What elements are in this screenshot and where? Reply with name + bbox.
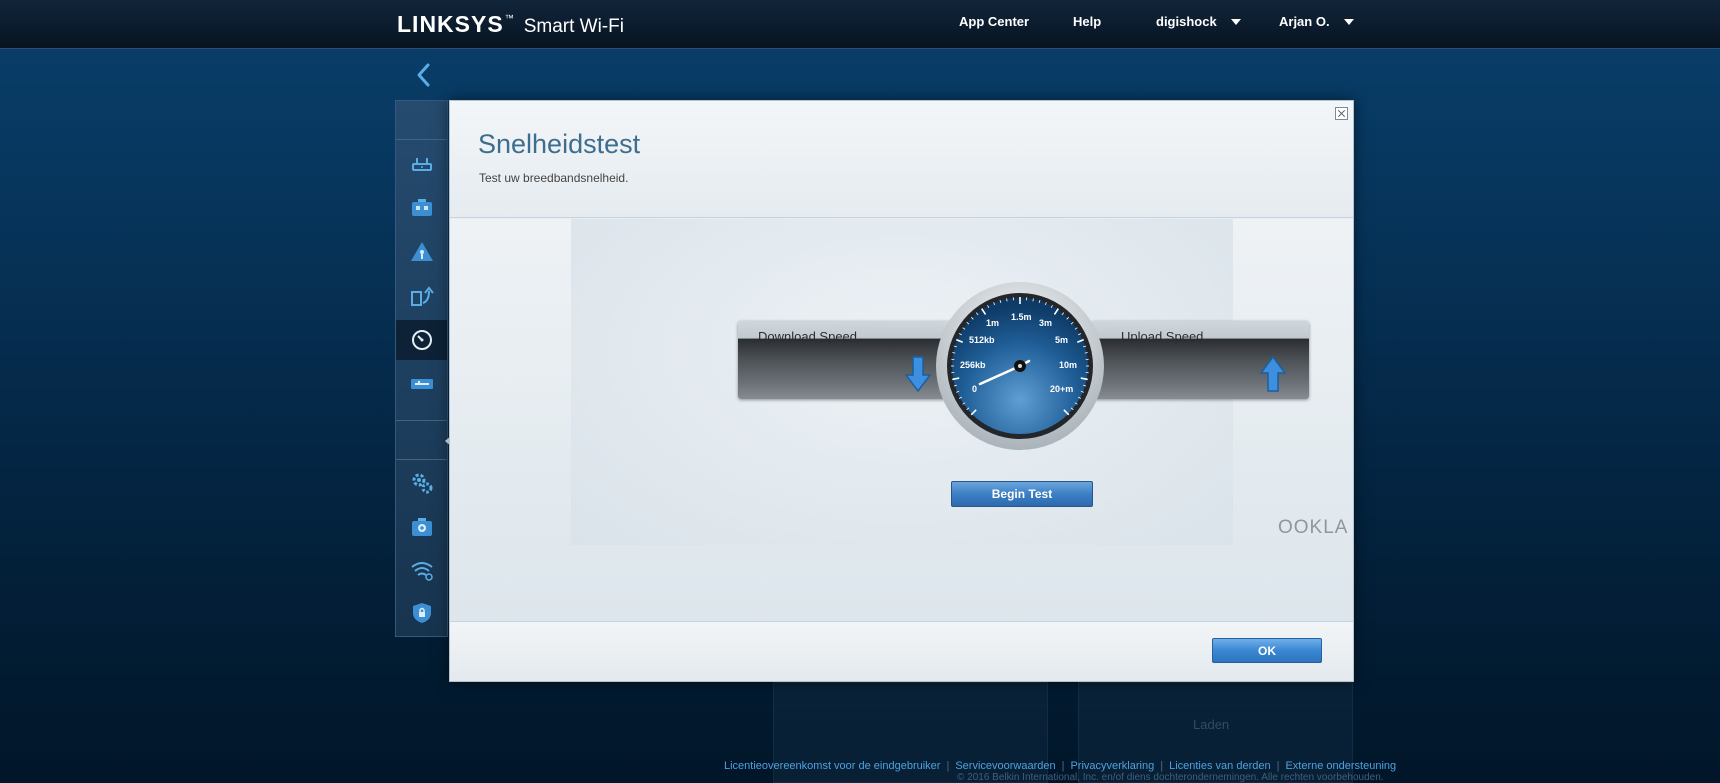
wireless-settings-icon	[410, 562, 433, 581]
nav-user-menu[interactable]: Arjan O.	[1279, 14, 1354, 29]
arrow-down-icon	[905, 356, 931, 393]
dialog-header: Snelheidstest Test uw breedbandsnelheid.	[450, 101, 1353, 218]
sidebar	[395, 100, 453, 637]
troubleshooting-icon	[411, 518, 432, 536]
ok-button[interactable]: OK	[1212, 638, 1322, 663]
top-bar: LINKSYS ™ Smart Wi-Fi App Center Help di…	[0, 0, 1720, 49]
media-prioritization-icon	[410, 286, 434, 306]
nav-app-center-label: App Center	[959, 14, 1030, 29]
sidebar-item-troubleshooting[interactable]	[396, 507, 447, 547]
nav-router-menu[interactable]: digishock	[1156, 14, 1241, 29]
sidebar-item-speed-test[interactable]	[396, 320, 447, 360]
gauge-label-256kb: 256kb	[960, 360, 986, 370]
close-icon[interactable]	[1335, 107, 1348, 120]
back-button[interactable]	[413, 61, 435, 89]
nav-help-label: Help	[1073, 14, 1102, 29]
brand-product: Smart Wi-Fi	[523, 16, 624, 37]
nav-app-center[interactable]: App Center	[959, 14, 1029, 29]
upload-speed-label: Upload Speed	[1121, 329, 1204, 344]
gauge-label-20m: 20+m	[1050, 384, 1073, 394]
sidebar-item-wireless[interactable]	[396, 550, 447, 590]
brand-logo[interactable]: LINKSYS ™ Smart Wi-Fi	[397, 11, 624, 41]
devices-icon	[411, 199, 432, 216]
chevron-down-icon	[1230, 18, 1241, 25]
dialog-footer: OK	[450, 621, 1353, 681]
gauge-label-1m: 1m	[986, 318, 999, 328]
ookla-logo: OOKLA	[1278, 517, 1349, 538]
sidebar-item-media-prioritization[interactable]	[396, 276, 447, 316]
brand-name: LINKSYS	[397, 11, 504, 37]
footer-link-support[interactable]: Externe ondersteuning	[1285, 760, 1396, 772]
gauge-label-512kb: 512kb	[969, 335, 995, 345]
router-name: digishock	[1156, 14, 1217, 29]
footer-link-terms[interactable]: Servicevoorwaarden	[955, 760, 1055, 772]
chevron-left-icon	[417, 63, 430, 87]
gauge-label-3m: 3m	[1039, 318, 1052, 328]
parental-controls-icon	[410, 242, 433, 261]
speed-test-widget: Download Speed Upload Speed 0 256kb 512k…	[571, 219, 1347, 545]
sidebar-item-parental-controls[interactable]	[396, 232, 447, 272]
chevron-down-icon	[1343, 18, 1354, 25]
copyright-text: © 2016 Belkin International, Inc. en/of …	[957, 772, 1384, 783]
router-icon	[411, 158, 432, 171]
security-shield-icon	[412, 603, 431, 623]
external-storage-icon	[410, 379, 433, 389]
sidebar-item-connectivity[interactable]	[396, 463, 447, 503]
upload-speed-panel: Upload Speed	[1091, 321, 1309, 399]
download-speed-label: Download Speed	[758, 329, 858, 344]
footer-link-eula[interactable]: Licentieovereenkomst voor de eindgebruik…	[724, 760, 940, 772]
user-name: Arjan O.	[1279, 14, 1330, 29]
footer-links: Licentieovereenkomst voor de eindgebruik…	[724, 760, 1397, 772]
download-speed-panel: Download Speed	[738, 321, 958, 399]
speed-test-dialog: Snelheidstest Test uw breedbandsnelheid.…	[449, 100, 1354, 682]
gauge-label-5m: 5m	[1055, 335, 1068, 345]
gauge-label-10m: 10m	[1059, 360, 1077, 370]
gauge-label-0: 0	[972, 384, 977, 394]
sidebar-item-devices[interactable]	[396, 188, 447, 228]
arrow-up-icon	[1260, 355, 1286, 392]
sidebar-item-security[interactable]	[396, 593, 447, 633]
dialog-subtitle: Test uw breedbandsnelheid.	[479, 171, 629, 185]
begin-test-button[interactable]: Begin Test	[951, 481, 1093, 507]
footer-link-privacy[interactable]: Privacyverklaring	[1070, 760, 1154, 772]
sidebar-item-router[interactable]	[396, 145, 447, 185]
dialog-title: Snelheidstest	[478, 129, 641, 159]
sidebar-item-external-storage[interactable]	[396, 364, 447, 404]
speed-test-icon	[411, 330, 432, 350]
nav-help[interactable]: Help	[1073, 14, 1101, 29]
speedometer-gauge: 0 256kb 512kb 1m 1.5m 3m 5m 10m 20+m	[936, 282, 1104, 450]
connectivity-gears-icon	[412, 473, 432, 494]
gauge-label-1-5m: 1.5m	[1011, 312, 1032, 322]
dialog-body: Download Speed Upload Speed 0 256kb 512k…	[450, 219, 1353, 621]
footer-link-third-party[interactable]: Licenties van derden	[1169, 760, 1271, 772]
brand-trademark: ™	[504, 13, 514, 23]
